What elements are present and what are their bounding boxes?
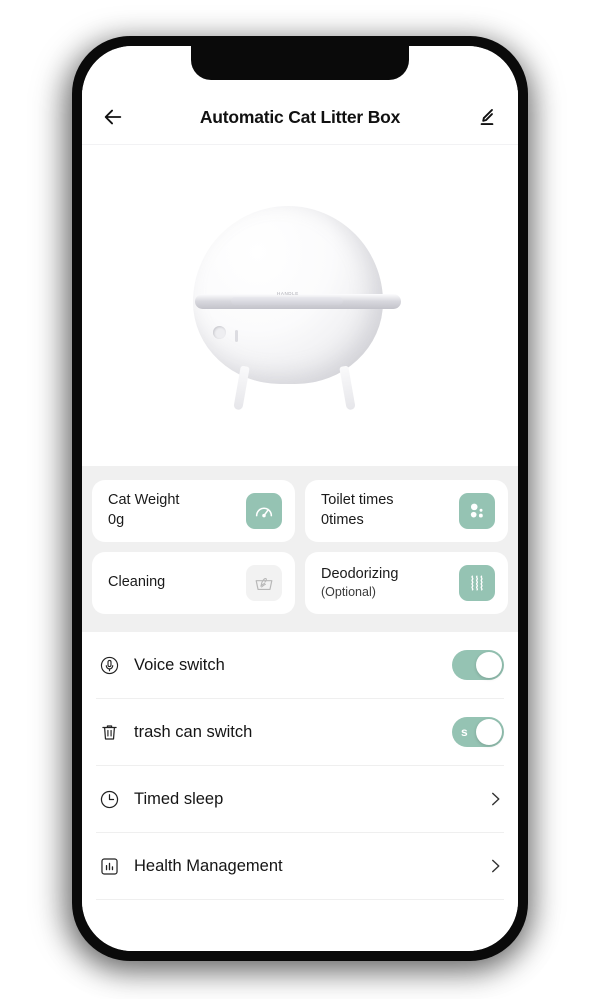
card-label: Deodorizing (321, 565, 399, 582)
chevron-right-icon (492, 859, 500, 873)
toggle-knob (476, 652, 502, 678)
status-cards-section: Cat Weight 0g Toilet times 0times Cleani… (82, 466, 518, 632)
page-title: Automatic Cat Litter Box (199, 106, 401, 127)
cat-litter-box-product-image: HANDLE (185, 198, 415, 413)
phone-notch (191, 46, 409, 80)
trash-can-icon (101, 724, 117, 740)
card-label: Cleaning (108, 574, 166, 591)
wash-basin-icon (255, 577, 273, 591)
row-trash-can-switch[interactable]: trash can switch s (96, 699, 504, 766)
chevron-wrap[interactable] (486, 857, 504, 875)
card-value: 0g (108, 512, 125, 528)
row-voice-switch[interactable]: Voice switch (96, 632, 504, 699)
product-leg-right (339, 365, 356, 410)
litter-dots-icon (470, 503, 483, 518)
back-button[interactable] (98, 102, 128, 132)
card-texts: Toilet times 0times (321, 491, 394, 530)
row-label: trash can switch (134, 722, 253, 741)
wash-basin-icon-tile (246, 565, 282, 601)
card-label: Cat Weight (108, 492, 180, 509)
clock-icon (100, 790, 118, 808)
app-header: Automatic Cat Litter Box (82, 90, 518, 144)
card-texts: Cleaning (108, 573, 165, 593)
row-label: Timed sleep (134, 789, 224, 808)
toggle-knob (476, 719, 502, 745)
gauge-icon (255, 507, 273, 518)
gauge-icon-tile (246, 493, 282, 529)
product-band-inner (231, 296, 343, 305)
bar-chart-icon (100, 857, 118, 875)
deodorize-waves-icon-tile (459, 565, 495, 601)
settings-list: Voice switch trash can switch s Timed sl… (82, 632, 518, 900)
product-brand-mark: HANDLE (277, 290, 299, 296)
card-cat-weight[interactable]: Cat Weight 0g (92, 480, 295, 542)
card-toilet-times[interactable]: Toilet times 0times (305, 480, 508, 542)
row-label: Health Management (134, 856, 283, 875)
product-port (213, 325, 226, 339)
toggle-label: s (461, 725, 468, 739)
product-image-area: HANDLE (82, 144, 518, 466)
arrow-left-icon (104, 109, 122, 125)
row-icon-wrap (96, 722, 122, 743)
deodorize-waves-icon (471, 575, 483, 591)
row-icon-wrap (96, 789, 122, 810)
status-cards-row-2: Cleaning Deodorizing (Optional) (92, 552, 508, 614)
product-slot (235, 329, 238, 342)
card-cleaning[interactable]: Cleaning (92, 552, 295, 614)
row-icon-wrap (96, 856, 122, 877)
phone-screen: Automatic Cat Litter Box HANDLE Cat Weig… (82, 46, 518, 951)
card-texts: Deodorizing (Optional) (321, 565, 398, 601)
card-value: 0times (321, 512, 364, 528)
card-texts: Cat Weight 0g (108, 491, 179, 530)
toggle-voice-switch[interactable] (452, 650, 504, 680)
card-deodorizing[interactable]: Deodorizing (Optional) (305, 552, 508, 614)
app-container: Automatic Cat Litter Box HANDLE Cat Weig… (82, 46, 518, 951)
chevron-wrap[interactable] (486, 790, 504, 808)
toggle-trash-can-switch[interactable]: s (452, 717, 504, 747)
row-icon-wrap (96, 655, 122, 676)
row-timed-sleep[interactable]: Timed sleep (96, 766, 504, 833)
card-value: (Optional) (321, 585, 376, 600)
header-divider (82, 144, 518, 145)
microphone-icon (100, 656, 118, 674)
row-health-management[interactable]: Health Management (96, 833, 504, 900)
status-cards-row-1: Cat Weight 0g Toilet times 0times (92, 480, 508, 542)
row-label: Voice switch (134, 655, 225, 674)
edit-button[interactable] (472, 102, 502, 132)
chevron-right-icon (492, 792, 500, 806)
card-label: Toilet times (321, 492, 394, 509)
litter-dots-icon-tile (459, 493, 495, 529)
pencil-edit-icon (480, 109, 494, 126)
